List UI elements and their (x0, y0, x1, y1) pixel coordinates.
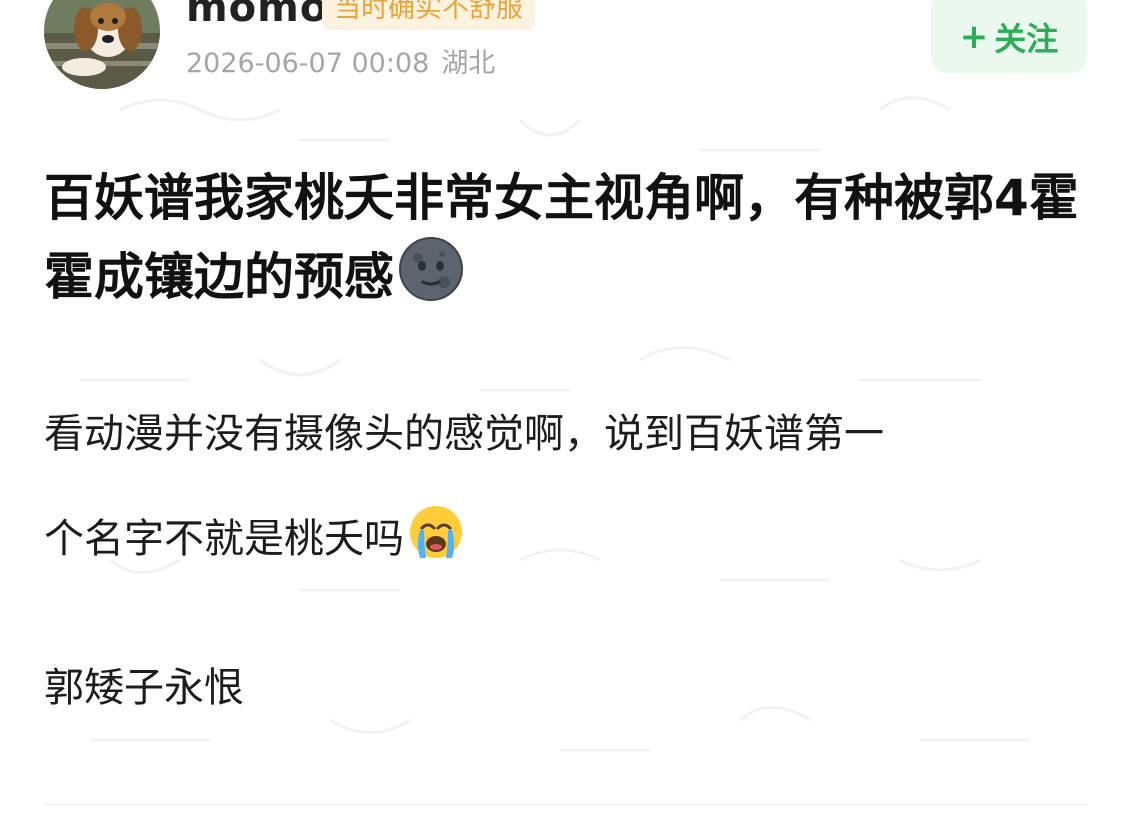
author-name[interactable]: momo (186, 0, 328, 32)
post-title-text: 百妖谱我家桃夭非常女主视角啊，有种被郭4霍霍成镶边的预感 (44, 169, 1079, 306)
post-body-text: 个名字不就是桃夭吗 (44, 516, 404, 562)
post-timestamp: 2026-06-07 00:08 (186, 48, 430, 79)
loudly-crying-face-icon (408, 504, 464, 567)
follow-label: 关注 (994, 19, 1059, 58)
new-moon-face-icon (398, 236, 464, 323)
post-body-line: 个名字不就是桃夭吗 (44, 504, 1094, 567)
post-title: 百妖谱我家桃夭非常女主视角啊，有种被郭4霍霍成镶边的预感 (44, 160, 1084, 323)
plus-icon: + (959, 16, 989, 57)
post-location: 湖北 (441, 48, 496, 79)
post-body-line: 郭矮子永恨 (44, 665, 244, 711)
avatar[interactable] (44, 0, 160, 89)
post-body-line: 看动漫并没有摄像头的感觉啊，说到百妖谱第一 (44, 411, 884, 457)
author-status-tag: 当时确实不舒服 (322, 0, 535, 30)
beagle-dog-avatar-icon (44, 0, 160, 89)
divider (44, 804, 1087, 805)
post-meta: 2026-06-07 00:08 湖北 (186, 46, 495, 82)
follow-button[interactable]: + 关注 (931, 0, 1087, 73)
